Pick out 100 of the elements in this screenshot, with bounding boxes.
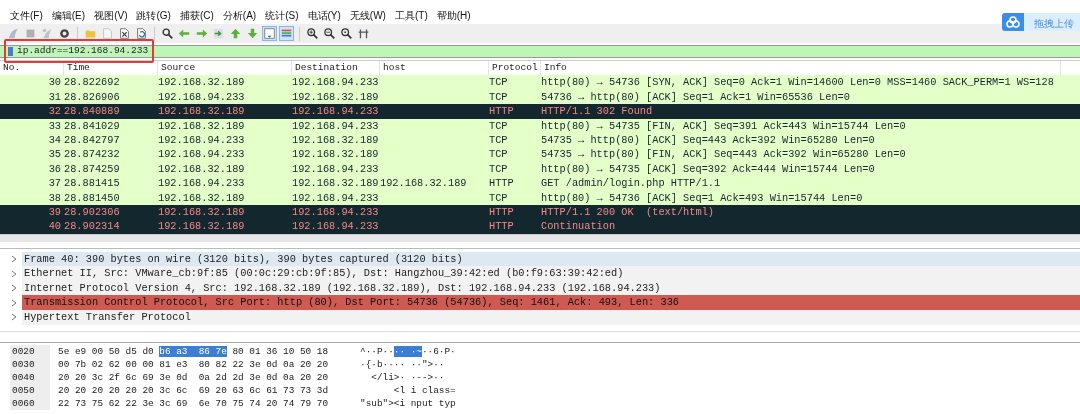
table-cell: 28.902314: [64, 220, 120, 233]
menu-item[interactable]: 帮助(H): [436, 8, 471, 24]
toolbar-button[interactable]: [57, 26, 72, 41]
table-cell: 192.168.94.233: [292, 205, 379, 218]
table-cell: TCP: [489, 133, 508, 146]
table-cell: 192.168.94.233: [292, 191, 379, 204]
hex-bytes: 20 20 3c 2f 6c 69 3e 0d 0a 2d 2d 3e 0d 0a 20 20: [58, 371, 329, 383]
toolbar-button[interactable]: [322, 26, 337, 41]
table-cell: TCP: [489, 90, 508, 103]
table-cell: 32: [48, 105, 61, 118]
table-cell: 39: [48, 205, 61, 218]
tree-item[interactable]: Transmission Control Protocol, Src Port: http (80), Dst Port: 54736 (54736), Seq: 1461, Ack: 493, Len: 336: [22, 295, 1080, 311]
offset-text: 0020: [10, 344, 50, 358]
table-cell: 38: [48, 191, 61, 204]
table-cell: 28.881415: [64, 177, 120, 190]
ascii-text: "sub"><i nput typ: [360, 397, 456, 409]
menu-item[interactable]: 文件(F): [10, 8, 43, 24]
left-arrow-icon: [178, 27, 191, 40]
hex-bytes: 00 7b 02 62 00 00 81 e3 80 82 22 3e 0d 0a 20 20: [58, 358, 329, 370]
table-cell: 28.881450: [64, 191, 120, 204]
table-cell: 54736 → http(80) [ACK] Seq=1 Ack=1 Win=65536 Len=0: [541, 90, 850, 103]
table-cell: TCP: [489, 191, 508, 204]
table-cell: 28.826906: [64, 90, 120, 103]
table-cell: 192.168.94.233: [292, 119, 379, 132]
packet-row[interactable]: 30 28.822692 192.168.32.189 192.168.94.233 TCP http(80) → 54736 [SYN, ACK] Seq=0 Ack=1 Win=14600 Len=0 MSS=1460 SACK_PERM=1 WS=128: [0, 75, 1080, 90]
table-cell: 192.168.94.233: [292, 220, 379, 233]
table-cell: 28.841029: [64, 119, 120, 132]
table-cell: 28.842797: [64, 133, 120, 146]
table-cell: http(80) → 54735 [ACK] Seq=392 Ack=444 Win=15744 Len=0: [541, 162, 875, 175]
menu-item[interactable]: 电话(Y): [307, 8, 341, 24]
up-arrow-icon: [229, 27, 242, 40]
table-cell: 33: [48, 119, 61, 132]
reload-icon: [135, 27, 148, 40]
hex-bytes: 80 01 36 10 50 18: [232, 345, 329, 357]
table-cell: 28.902306: [64, 205, 120, 218]
table-cell: 34: [48, 133, 61, 146]
packet-row[interactable]: 37 28.881415 192.168.94.233 192.168.32.189192.168.32.189 HTTP GET /admin/login.php HTTP/1.1: [0, 176, 1080, 191]
scrollbar[interactable]: [0, 233, 1080, 242]
packet-row[interactable]: 32 28.840889 192.168.32.189 192.168.94.233 HTTP HTTP/1.1 302 Found: [0, 104, 1080, 119]
menu-item[interactable]: 无线(W): [349, 8, 386, 24]
close-file-icon: [118, 27, 131, 40]
table-cell: 192.168.32.189: [292, 177, 379, 190]
toolbar-button[interactable]: [134, 26, 149, 41]
fin-icon: [7, 27, 20, 40]
table-cell: 35: [48, 148, 61, 161]
table-cell: HTTP: [489, 205, 514, 218]
table-cell: 30: [48, 76, 61, 89]
tree-item[interactable]: Ethernet II, Src: VMware_cb:9f:85 (00:0c:29:cb:9f:85), Dst: Hangzhou_39:42:ed (b0:f9:63:39:42:ed): [22, 266, 1080, 281]
table-cell: TCP: [489, 148, 508, 161]
table-cell: 192.168.32.189: [380, 177, 467, 190]
table-cell: 192.168.32.189: [292, 148, 379, 161]
table-cell: 28.822692: [64, 76, 120, 89]
menu-item[interactable]: 捕获(C): [179, 8, 214, 24]
resize-columns-icon: [357, 27, 370, 40]
tree-item[interactable]: Hypertext Transfer Protocol: [22, 310, 1080, 325]
table-cell: 192.168.94.233: [158, 133, 245, 146]
packet-row[interactable]: 40 28.902314 192.168.32.189 192.168.94.233 HTTP Continuation: [0, 219, 1080, 234]
ascii-text: </li>· ·-->··: [370, 371, 445, 383]
toolbar-button[interactable]: [339, 26, 354, 41]
toolbar-button[interactable]: [305, 26, 320, 41]
folder-icon: [84, 27, 97, 40]
table-cell: 192.168.32.189: [158, 220, 245, 233]
table-cell: http(80) → 54736 [SYN, ACK] Seq=0 Ack=1 Win=14600 Len=0 MSS=1460 SACK_PERM=1 WS=128: [541, 76, 1054, 89]
autoscroll-icon: [263, 27, 276, 40]
gear-icon: [58, 27, 71, 40]
hex-bytes: 20 20 20 20 20 20 3c 6c 69 20 63 6c 61 73 73 3d: [58, 384, 329, 396]
table-cell: 192.168.94.233: [292, 105, 379, 118]
table-cell: 192.168.32.189: [158, 205, 245, 218]
menu-item[interactable]: 跳转(G): [136, 8, 171, 24]
table-cell: TCP: [489, 162, 508, 175]
table-cell: GET /admin/login.php HTTP/1.1: [541, 177, 721, 190]
menu-item[interactable]: 分析(A): [222, 8, 257, 24]
packet-row[interactable]: 35 28.874232 192.168.94.233 192.168.32.189 TCP 54735 → http(80) [FIN, ACK] Seq=443 Ack=392 Win=65280 Len=0: [0, 147, 1080, 162]
hex-bytes: 22 73 75 62 22 3e 3c 69 6e 70 75 74 20 74 79 70: [58, 397, 329, 409]
file-icon: [101, 27, 114, 40]
menu-item[interactable]: 统计(S): [265, 8, 299, 24]
tree-item[interactable]: Frame 40: 390 bytes on wire (3120 bits), 390 bytes captured (3120 bits): [22, 251, 1080, 267]
table-cell: 192.168.32.189: [158, 76, 245, 89]
table-cell: 192.168.32.189: [292, 90, 379, 103]
zoom-reset-icon: [340, 27, 353, 40]
table-cell: 192.168.32.189: [158, 162, 245, 175]
menu-item[interactable]: 编辑(E): [51, 8, 86, 24]
toolbar-button[interactable]: [117, 26, 132, 41]
table-cell: http(80) → 54736 [ACK] Seq=1 Ack=493 Win=15744 Len=0: [541, 191, 863, 204]
table-cell: 192.168.32.189: [292, 133, 379, 146]
table-cell: 31: [48, 90, 61, 103]
table-cell: 28.874259: [64, 162, 120, 175]
table-cell: http(80) → 54735 [FIN, ACK] Seq=391 Ack=443 Win=15744 Len=0: [541, 119, 906, 132]
menu-item[interactable]: 视图(V): [94, 8, 128, 24]
table-cell: 192.168.94.233: [158, 148, 245, 161]
menu-item[interactable]: 工具(T): [394, 8, 428, 24]
filter-field[interactable]: ip.addr==192.168.94.233: [17, 44, 149, 59]
table-cell: 54735 → http(80) [ACK] Seq=443 Ack=392 Win=65280 Len=0: [541, 133, 875, 146]
table-cell: 192.168.94.233: [292, 162, 379, 175]
colorize-icon: [280, 27, 293, 40]
ascii-text: ^··P··: [360, 345, 394, 357]
toolbar-button[interactable]: [160, 26, 175, 41]
zoom-in-icon: [306, 27, 319, 40]
table-cell: 192.168.94.233: [292, 76, 379, 89]
hex-bytes: 5e e9 00 50 d5 d0: [58, 345, 154, 357]
